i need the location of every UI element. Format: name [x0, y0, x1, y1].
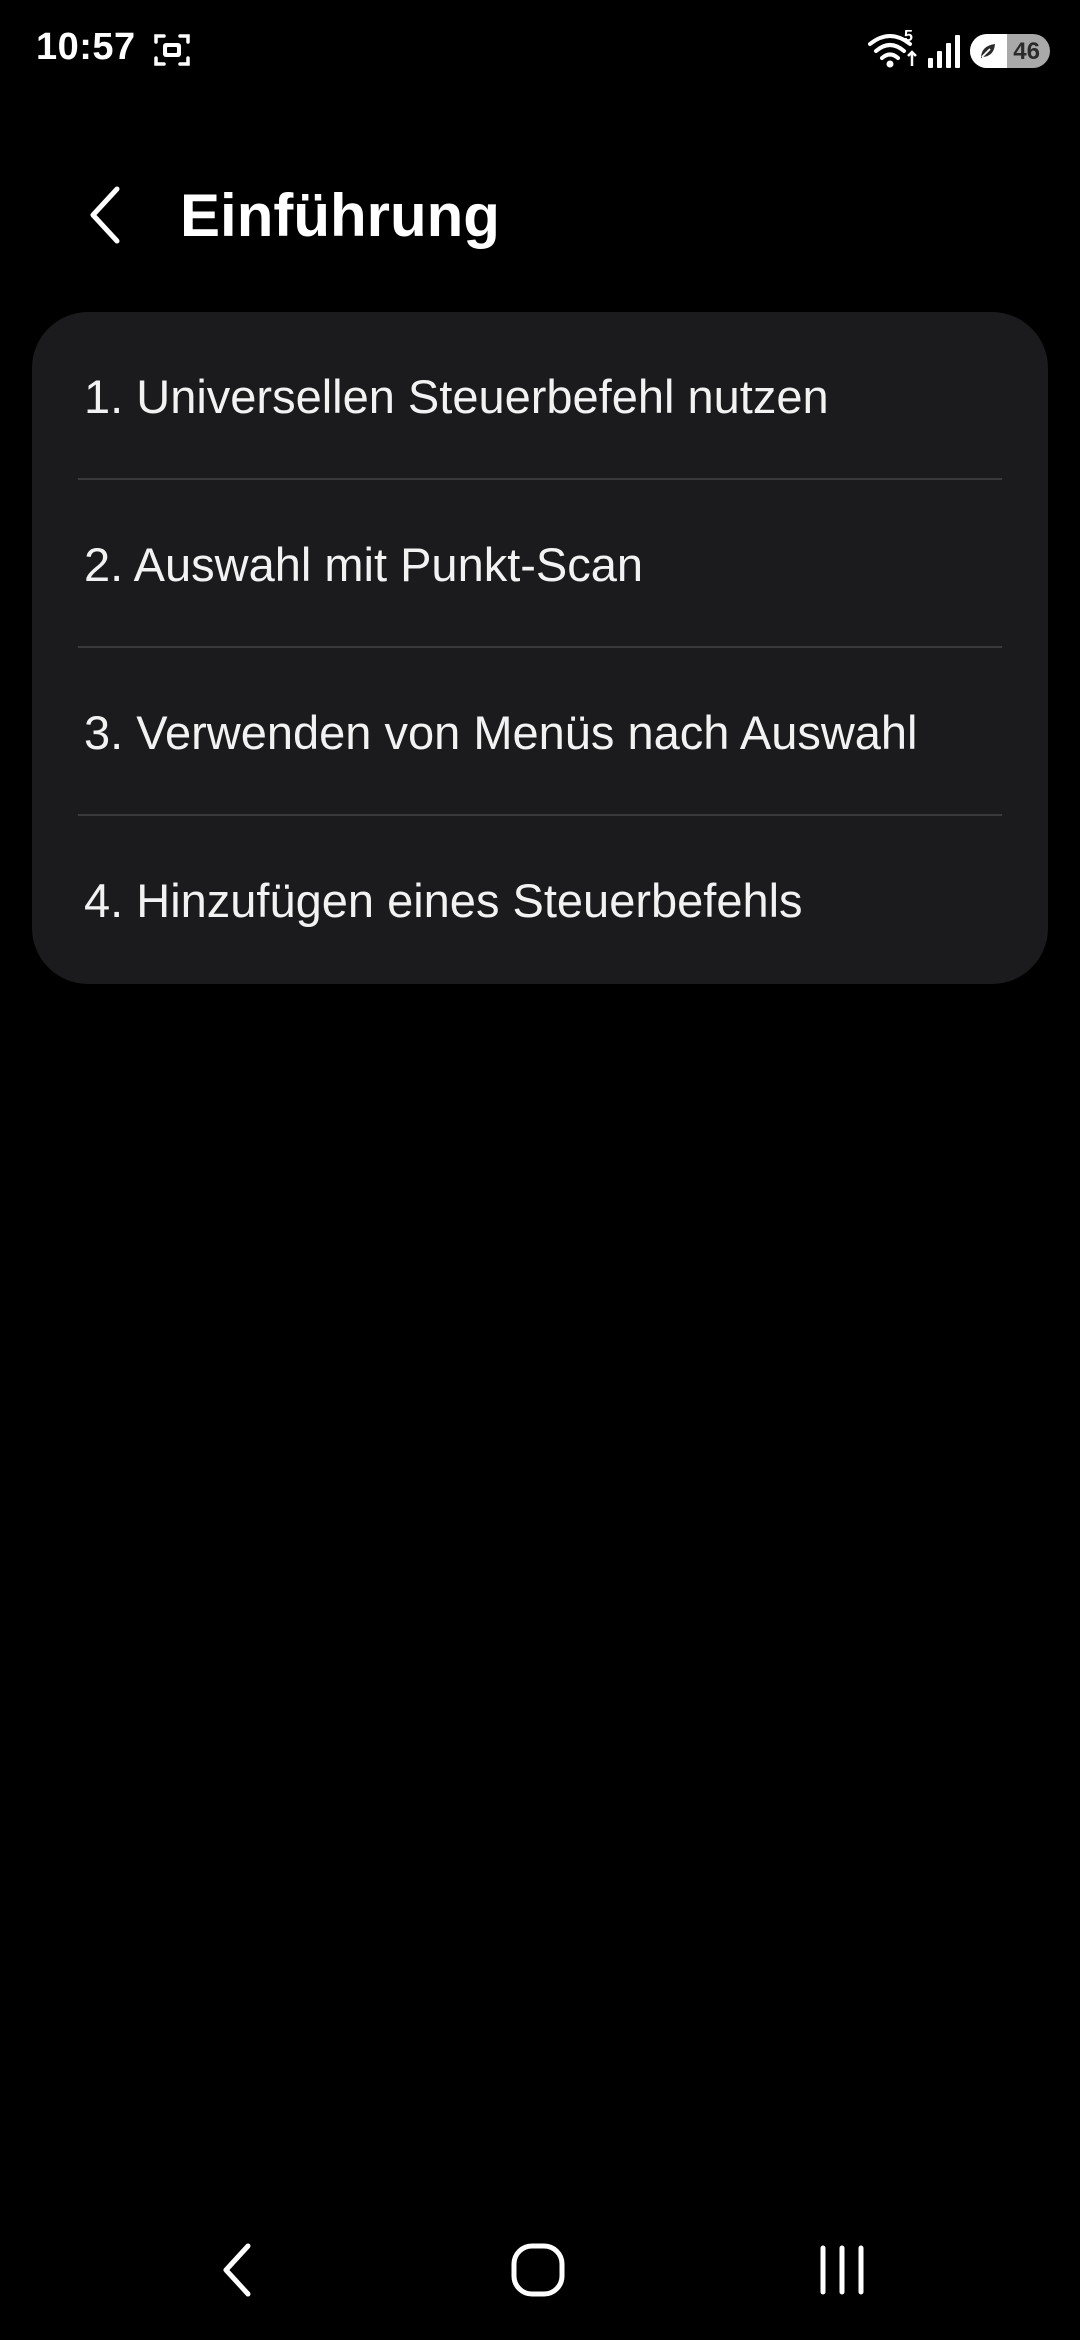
status-bar: 10:57 5 46	[0, 0, 1080, 100]
list-item-label: 2. Auswahl mit Punkt-Scan	[84, 537, 644, 591]
nav-recents-icon	[820, 2245, 864, 2295]
wifi-badge: 5	[904, 28, 913, 45]
app-header: Einführung	[0, 160, 1080, 270]
status-time: 10:57	[36, 26, 136, 68]
back-button[interactable]	[70, 180, 140, 250]
nav-home-icon	[511, 2243, 565, 2297]
screen-record-icon	[154, 34, 190, 66]
page-title: Einführung	[180, 182, 500, 249]
list-item-menus-after-selection[interactable]: 3. Verwenden von Menüs nach Auswahl	[32, 648, 1048, 816]
list-item-label: 3. Verwenden von Menüs nach Auswahl	[84, 705, 918, 759]
tutorial-list: 1. Universellen Steuerbefehl nutzen 2. A…	[32, 312, 1048, 984]
battery-saver-icon	[981, 44, 995, 58]
nav-back-icon	[223, 2243, 251, 2297]
nav-home-button[interactable]	[498, 2230, 578, 2310]
nav-recents-button[interactable]	[802, 2230, 882, 2310]
navigation-bar	[0, 2200, 1080, 2340]
list-item-label: 1. Universellen Steuerbefehl nutzen	[84, 369, 829, 423]
nav-back-button[interactable]	[198, 2230, 278, 2310]
list-item-add-switch[interactable]: 4. Hinzufügen eines Steuerbefehls	[32, 816, 1048, 984]
signal-icon	[928, 35, 960, 68]
battery-level: 46	[1013, 38, 1040, 65]
battery-indicator: 46	[970, 34, 1050, 68]
list-item-label: 4. Hinzufügen eines Steuerbefehls	[84, 873, 803, 927]
list-item-point-scan[interactable]: 2. Auswahl mit Punkt-Scan	[32, 480, 1048, 648]
chevron-left-icon	[90, 186, 120, 244]
list-item-universal-switch[interactable]: 1. Universellen Steuerbefehl nutzen	[32, 312, 1048, 480]
